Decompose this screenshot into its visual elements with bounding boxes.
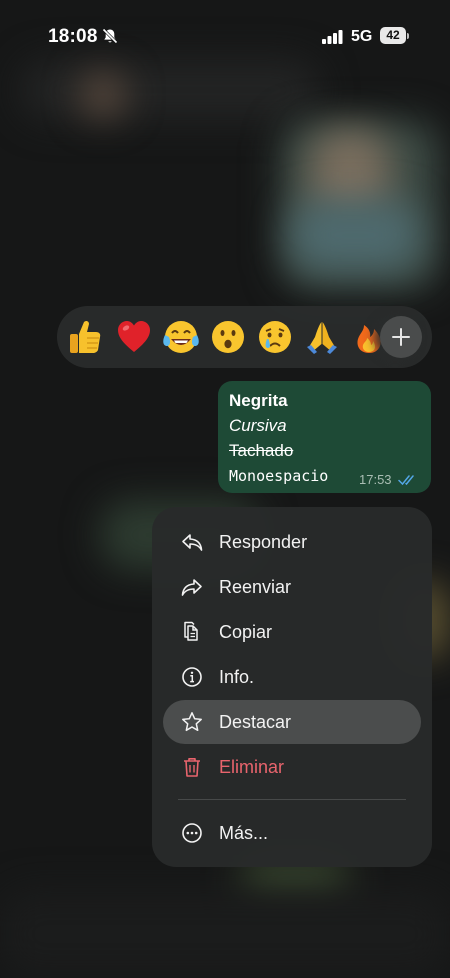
crying-face-icon [259,321,291,353]
battery-tip [407,33,409,39]
thumbs-up-icon [70,320,101,353]
menu-item-copy[interactable]: Copiar [163,610,421,654]
red-heart-icon [118,321,150,352]
menu-item-delete[interactable]: Eliminar [163,745,421,789]
message-context-menu: Responder Reenviar Copiar Info. Destacar [152,507,432,867]
message-italic-text: Cursiva [229,416,287,435]
menu-label-delete: Eliminar [219,757,285,777]
menu-item-reply[interactable]: Responder [163,520,421,564]
forward-icon [181,579,202,596]
more-icon [182,823,202,843]
tears-of-joy-reaction[interactable] [160,316,202,358]
bell-muted-icon [102,28,118,44]
double-check-read-icon [398,475,414,486]
menu-item-info[interactable]: Info. [163,655,421,699]
folded-hands-icon [307,322,337,354]
menu-item-forward[interactable]: Reenviar [163,565,421,609]
copy-icon [184,621,198,641]
surprised-face-icon [212,321,244,353]
menu-label-forward: Reenviar [219,577,292,597]
battery-icon: 42 [380,27,406,44]
surprised-reaction[interactable] [207,316,249,358]
reaction-bar [57,306,432,368]
menu-label-star: Destacar [219,712,292,732]
cellular-signal-icon [322,30,343,44]
status-time: 18:08 [48,26,98,47]
menu-label-copy: Copiar [219,622,273,642]
heart-reaction[interactable] [113,316,155,358]
thumbs-up-reaction[interactable] [64,316,106,358]
plus-icon [392,328,410,346]
menu-item-star[interactable]: Destacar [163,700,421,744]
message-strikethrough-text: Tachado [229,441,294,460]
status-bar: 18:08 5G 42 [0,0,450,70]
reply-icon [182,534,203,551]
menu-label-info: Info. [219,667,255,687]
message-timestamp: 17:53 [359,472,392,487]
star-icon [182,712,202,732]
menu-separator [178,799,406,800]
menu-label-reply: Responder [219,532,308,552]
add-reaction-button[interactable] [380,316,422,358]
message-bold-text: Negrita [229,391,288,410]
tears-of-joy-icon [163,321,199,353]
menu-item-more[interactable]: Más... [163,811,421,855]
folded-hands-reaction[interactable] [301,316,343,358]
menu-label-more: Más... [219,823,269,843]
trash-icon [184,758,200,777]
info-icon [182,667,202,687]
crying-reaction[interactable] [254,316,296,358]
network-type: 5G [351,28,373,45]
